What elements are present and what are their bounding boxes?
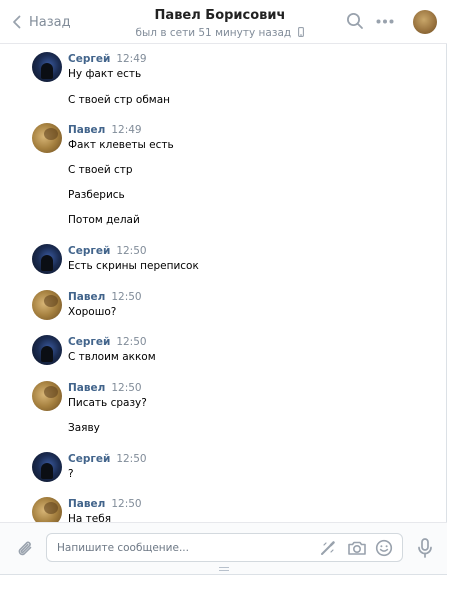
message-text: На тебя: [68, 513, 112, 522]
message-time[interactable]: 12:50: [116, 245, 146, 257]
status-text: был в сети 51 минуту назад: [135, 27, 292, 39]
author-name[interactable]: Сергей: [68, 245, 110, 257]
message-time[interactable]: 12:50: [111, 382, 141, 394]
smile-icon[interactable]: [375, 539, 393, 557]
message-text: Есть скрины переписок: [68, 260, 199, 272]
author-name[interactable]: Павел: [68, 291, 105, 303]
message-header: Павел 12:50: [68, 290, 142, 304]
graffiti-icon[interactable]: [319, 539, 337, 557]
microphone-icon[interactable]: [417, 538, 433, 558]
author-name[interactable]: Павел: [68, 382, 105, 394]
author-name[interactable]: Павел: [68, 124, 105, 136]
message-time[interactable]: 12:50: [111, 498, 141, 510]
message-time[interactable]: 12:50: [111, 291, 141, 303]
chat-header: Назад Павел Борисович был в сети 51 мину…: [0, 0, 447, 44]
message-header: Сергей 12:50: [68, 452, 147, 466]
chat-title-block[interactable]: Павел Борисович был в сети 51 минуту наз…: [120, 8, 320, 40]
message-text: С твоей стр: [68, 164, 133, 176]
message-history[interactable]: Сергей 12:49 Ну факт есть С твоей стр обм…: [0, 44, 447, 522]
chevron-left-icon: [13, 15, 21, 29]
avatar[interactable]: [32, 244, 62, 274]
resize-handle[interactable]: [219, 567, 229, 572]
message-text: Ну факт есть: [68, 68, 142, 80]
message-text: Писать сразу?: [68, 397, 147, 409]
message-time[interactable]: 12:49: [111, 124, 141, 136]
back-label: Назад: [29, 14, 71, 30]
message-input-box[interactable]: [46, 533, 403, 562]
avatar[interactable]: [32, 497, 62, 522]
more-icon[interactable]: [376, 19, 394, 24]
message-text: Хорошо?: [68, 306, 117, 318]
message-input[interactable]: [57, 539, 297, 556]
chat-window: Назад Павел Борисович был в сети 51 мину…: [0, 0, 447, 575]
avatar[interactable]: [32, 452, 62, 482]
message-header: Сергей 12:49: [68, 52, 147, 66]
author-name[interactable]: Сергей: [68, 453, 110, 465]
message-text: Заяву: [68, 422, 100, 434]
avatar[interactable]: [32, 381, 62, 411]
message-header: Павел 12:50: [68, 497, 142, 511]
message-text: С твлоим акком: [68, 351, 156, 363]
message-header: Сергей 12:50: [68, 335, 147, 349]
message-text: ?: [68, 468, 74, 480]
back-button[interactable]: Назад: [12, 12, 71, 32]
search-icon[interactable]: [346, 12, 364, 30]
message-text: Факт клеветы есть: [68, 139, 174, 151]
message-time[interactable]: 12:50: [116, 453, 146, 465]
author-name[interactable]: Павел: [68, 498, 105, 510]
author-name[interactable]: Сергей: [68, 336, 110, 348]
message-text: Разберись: [68, 189, 125, 201]
message-header: Павел 12:49: [68, 123, 142, 137]
message-header: Павел 12:50: [68, 381, 142, 395]
message-text: С твоей стр обман: [68, 94, 171, 106]
message-time[interactable]: 12:49: [116, 53, 146, 65]
message-header: Сергей 12:50: [68, 244, 147, 258]
avatar[interactable]: [32, 123, 62, 153]
avatar[interactable]: [32, 335, 62, 365]
contact-avatar[interactable]: [413, 10, 437, 34]
camera-icon[interactable]: [347, 539, 367, 557]
message-time[interactable]: 12:50: [116, 336, 146, 348]
paperclip-icon[interactable]: [17, 539, 35, 559]
mobile-phone-icon: [298, 27, 305, 37]
avatar[interactable]: [32, 52, 62, 82]
contact-name[interactable]: Павел Борисович: [120, 8, 320, 24]
avatar[interactable]: [32, 290, 62, 320]
author-name[interactable]: Сергей: [68, 53, 110, 65]
online-status: был в сети 51 минуту назад: [120, 26, 320, 40]
message-text: Потом делай: [68, 214, 140, 226]
